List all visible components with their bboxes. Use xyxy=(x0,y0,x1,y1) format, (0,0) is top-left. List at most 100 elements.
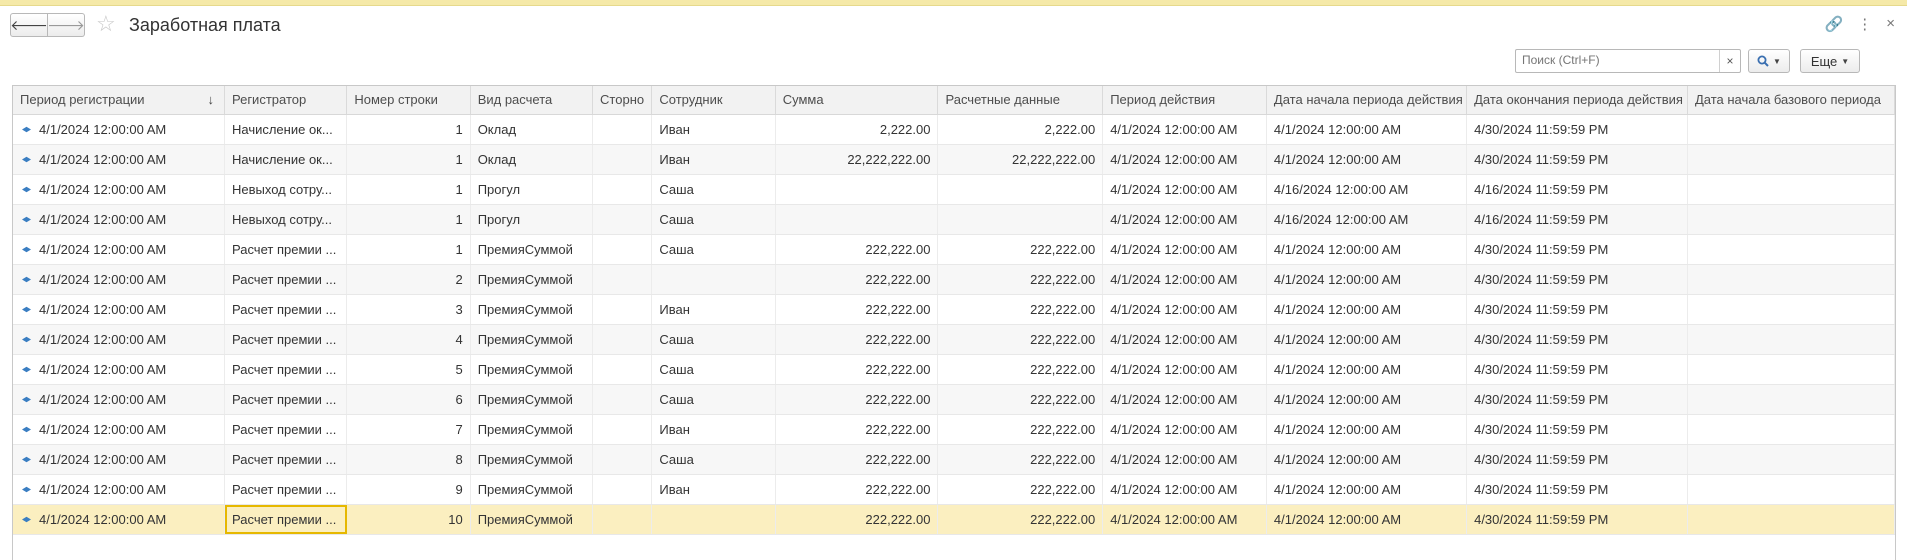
table-cell[interactable]: 4/1/2024 12:00:00 AM xyxy=(13,475,225,504)
table-cell[interactable]: Саша xyxy=(652,325,776,354)
table-cell[interactable] xyxy=(1688,145,1895,174)
table-cell[interactable]: 1 xyxy=(347,235,471,264)
table-cell[interactable]: 4/1/2024 12:00:00 AM xyxy=(1103,295,1267,324)
table-cell[interactable] xyxy=(593,175,653,204)
table-cell[interactable]: 22,222,222.00 xyxy=(938,145,1104,174)
table-cell[interactable]: Расчет премии ... xyxy=(225,475,348,504)
table-cell[interactable]: 4/1/2024 12:00:00 AM xyxy=(1103,355,1267,384)
table-cell[interactable]: 2 xyxy=(347,265,471,294)
table-cell[interactable]: 4/1/2024 12:00:00 AM xyxy=(1103,325,1267,354)
column-header[interactable]: Дата начала базового периода xyxy=(1688,86,1895,114)
table-cell[interactable] xyxy=(1688,235,1895,264)
table-cell[interactable]: 222,222.00 xyxy=(938,415,1104,444)
table-cell[interactable]: 222,222.00 xyxy=(938,355,1104,384)
table-row[interactable]: 4/1/2024 12:00:00 AM Расчет премии ... 1 Пр… xyxy=(13,235,1895,265)
table-cell[interactable] xyxy=(593,205,653,234)
table-cell[interactable]: 222,222.00 xyxy=(776,475,939,504)
column-header[interactable]: Период действия xyxy=(1103,86,1267,114)
table-cell[interactable]: 1 xyxy=(347,175,471,204)
table-cell[interactable]: 4/1/2024 12:00:00 AM xyxy=(1103,175,1267,204)
table-cell[interactable]: 7 xyxy=(347,415,471,444)
table-row[interactable]: 4/1/2024 12:00:00 AM Расчет премии ... 4 Пр… xyxy=(13,325,1895,355)
table-cell[interactable]: 4/1/2024 12:00:00 AM xyxy=(1103,235,1267,264)
table-row[interactable]: 4/1/2024 12:00:00 AM Невыход сотру... 1 Про… xyxy=(13,205,1895,235)
table-cell[interactable]: Расчет премии ... xyxy=(225,325,348,354)
table-cell[interactable]: 4/1/2024 12:00:00 AM xyxy=(13,175,225,204)
table-cell[interactable]: Оклад xyxy=(471,115,594,144)
column-header[interactable]: Вид расчета xyxy=(471,86,594,114)
table-cell[interactable] xyxy=(1688,445,1895,474)
table-cell[interactable]: 4/30/2024 11:59:59 PM xyxy=(1467,445,1688,474)
table-cell[interactable]: 222,222.00 xyxy=(938,475,1104,504)
table-row[interactable]: 4/1/2024 12:00:00 AM Невыход сотру... 1 Про… xyxy=(13,175,1895,205)
table-row[interactable]: 4/1/2024 12:00:00 AM Расчет премии ... 6 Пр… xyxy=(13,385,1895,415)
table-row-selected[interactable]: 4/1/2024 12:00:00 AM Расчет премии ... 10 П… xyxy=(13,505,1895,535)
column-header[interactable]: Номер строки xyxy=(347,86,471,114)
table-cell[interactable]: 4/1/2024 12:00:00 AM xyxy=(1103,445,1267,474)
table-cell[interactable]: Иван xyxy=(652,115,776,144)
table-cell[interactable] xyxy=(593,505,653,534)
table-cell[interactable]: 4/1/2024 12:00:00 AM xyxy=(13,325,225,354)
table-cell[interactable]: Оклад xyxy=(471,145,594,174)
table-cell[interactable]: Прогул xyxy=(471,175,594,204)
table-cell[interactable]: 10 xyxy=(347,505,471,534)
table-row[interactable]: 4/1/2024 12:00:00 AM Расчет премии ... 7 Пр… xyxy=(13,415,1895,445)
table-cell[interactable]: Расчет премии ... xyxy=(225,415,348,444)
table-cell[interactable] xyxy=(1688,385,1895,414)
table-cell[interactable]: ПремияСуммой xyxy=(471,355,594,384)
table-cell[interactable]: 4/1/2024 12:00:00 AM xyxy=(13,445,225,474)
table-cell[interactable]: 222,222.00 xyxy=(938,265,1104,294)
table-cell[interactable] xyxy=(1688,415,1895,444)
table-cell[interactable] xyxy=(593,295,653,324)
table-cell[interactable]: Иван xyxy=(652,145,776,174)
table-cell[interactable]: Начисление ок... xyxy=(225,145,348,174)
table-cell[interactable]: 4/1/2024 12:00:00 AM xyxy=(1103,265,1267,294)
table-row[interactable]: 4/1/2024 12:00:00 AM Расчет премии ... 5 Пр… xyxy=(13,355,1895,385)
table-cell[interactable] xyxy=(593,475,653,504)
table-cell[interactable]: 1 xyxy=(347,115,471,144)
table-cell[interactable]: 4/30/2024 11:59:59 PM xyxy=(1467,505,1688,534)
table-row[interactable]: 4/1/2024 12:00:00 AM Расчет премии ... 2 Пр… xyxy=(13,265,1895,295)
table-cell[interactable]: 222,222.00 xyxy=(938,295,1104,324)
table-cell[interactable] xyxy=(593,385,653,414)
more-button[interactable]: Еще ▼ xyxy=(1800,49,1860,73)
table-cell[interactable]: 4/1/2024 12:00:00 AM xyxy=(1103,505,1267,534)
table-cell[interactable]: 2,222.00 xyxy=(938,115,1104,144)
table-cell[interactable]: 4/1/2024 12:00:00 AM xyxy=(13,145,225,174)
table-cell[interactable]: Саша xyxy=(652,445,776,474)
table-cell[interactable]: 222,222.00 xyxy=(776,415,939,444)
table-cell[interactable]: Иван xyxy=(652,295,776,324)
table-cell[interactable]: 4/30/2024 11:59:59 PM xyxy=(1467,325,1688,354)
table-cell[interactable] xyxy=(1688,505,1895,534)
table-cell[interactable]: 4/1/2024 12:00:00 AM xyxy=(13,505,225,534)
table-cell[interactable]: 4/1/2024 12:00:00 AM xyxy=(1267,475,1468,504)
column-header[interactable]: Сторно xyxy=(593,86,653,114)
back-button[interactable]: 🡐 xyxy=(10,13,48,37)
table-cell[interactable]: Расчет премии ... xyxy=(225,265,348,294)
table-cell[interactable]: 222,222.00 xyxy=(776,445,939,474)
table-cell[interactable]: 4/1/2024 12:00:00 AM xyxy=(13,415,225,444)
table-cell[interactable]: 22,222,222.00 xyxy=(776,145,939,174)
table-cell[interactable]: Начисление ок... xyxy=(225,115,348,144)
table-cell[interactable]: 4/1/2024 12:00:00 AM xyxy=(13,385,225,414)
table-cell[interactable]: 4/1/2024 12:00:00 AM xyxy=(13,295,225,324)
table-cell[interactable]: ПремияСуммой xyxy=(471,385,594,414)
table-cell[interactable]: 4/1/2024 12:00:00 AM xyxy=(1267,115,1468,144)
table-cell[interactable]: 6 xyxy=(347,385,471,414)
column-header[interactable]: Дата начала периода действия xyxy=(1267,86,1468,114)
table-cell[interactable]: 4/30/2024 11:59:59 PM xyxy=(1467,355,1688,384)
table-cell[interactable]: 4/30/2024 11:59:59 PM xyxy=(1467,145,1688,174)
table-cell[interactable]: Невыход сотру... xyxy=(225,175,348,204)
table-cell[interactable]: 4/16/2024 12:00:00 AM xyxy=(1267,175,1468,204)
table-cell[interactable]: 4/16/2024 11:59:59 PM xyxy=(1467,175,1688,204)
table-cell[interactable]: 1 xyxy=(347,205,471,234)
table-cell[interactable]: 4/30/2024 11:59:59 PM xyxy=(1467,475,1688,504)
table-cell[interactable]: Расчет премии ... xyxy=(225,445,348,474)
table-cell[interactable]: 4/1/2024 12:00:00 AM xyxy=(1267,415,1468,444)
forward-button[interactable]: 🡒 xyxy=(47,13,85,37)
table-cell[interactable]: 222,222.00 xyxy=(776,505,939,534)
table-cell[interactable]: 4/1/2024 12:00:00 AM xyxy=(13,115,225,144)
table-cell[interactable]: Саша xyxy=(652,205,776,234)
table-cell[interactable] xyxy=(1688,325,1895,354)
table-cell[interactable] xyxy=(938,175,1104,204)
